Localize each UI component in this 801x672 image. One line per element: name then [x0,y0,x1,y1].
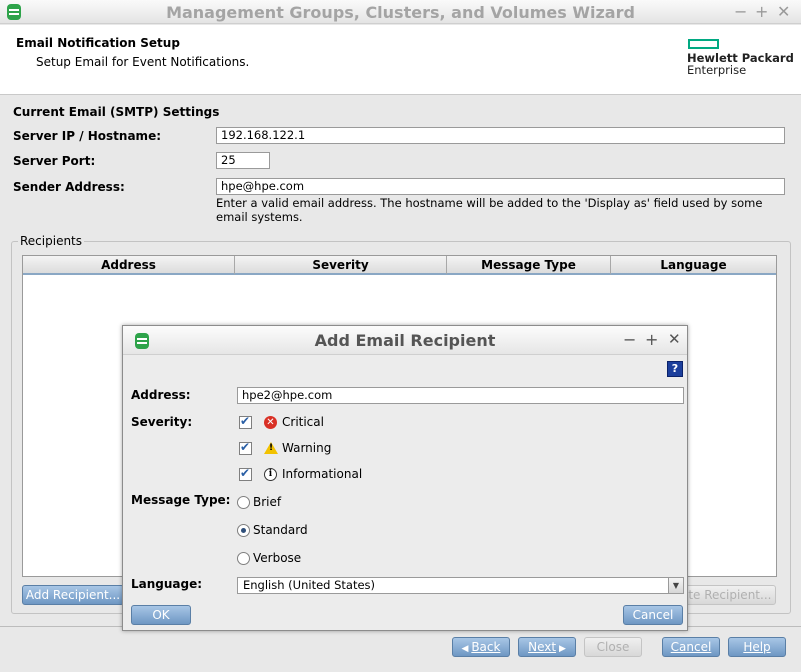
help-button[interactable]: Help [728,637,786,657]
dialog-maximize-icon[interactable]: + [645,330,658,349]
sender-hint: Enter a valid email address. The hostnam… [216,196,763,224]
ok-button[interactable]: OK [131,605,191,625]
dialog-minimize-icon[interactable]: − [623,330,636,349]
page-subtitle: Setup Email for Event Notifications. [36,55,250,69]
add-recipient-button[interactable]: Add Recipient... [22,585,124,605]
add-recipient-dialog: Add Email Recipient − + ✕ ? Address: hpe… [122,325,688,631]
address-label: Address: [131,388,191,402]
column-header-severity[interactable]: Severity [235,256,447,275]
close-icon[interactable]: ✕ [777,2,790,21]
brief-label: Brief [253,495,282,509]
verbose-label: Verbose [253,551,302,565]
warning-label: Warning [282,441,332,455]
back-button[interactable]: ◀ Back [452,637,510,657]
close-button[interactable]: Close [584,637,642,657]
standard-label: Standard [253,523,308,537]
column-header-message-type[interactable]: Message Type [447,256,611,275]
column-header-address[interactable]: Address [23,256,235,275]
brief-radio[interactable] [237,496,250,509]
next-label: Next [528,640,557,654]
warning-checkbox[interactable] [239,440,252,455]
dialog-title-bar: Add Email Recipient − + ✕ [123,326,687,355]
server-label: Server IP / Hostname: [13,129,162,143]
dialog-close-icon[interactable]: ✕ [668,330,681,348]
sender-label: Sender Address: [13,180,125,194]
warning-icon: ! [264,442,278,454]
port-input[interactable]: 25 [216,152,270,169]
language-select[interactable]: English (United States) ▼ [237,577,684,594]
maximize-icon[interactable]: + [755,2,768,21]
wizard-header: Email Notification Setup Setup Email for… [0,25,801,95]
informational-label: Informational [282,467,363,481]
message-type-label: Message Type: [131,493,231,507]
severity-label: Severity: [131,415,193,429]
language-value: English (United States) [243,578,376,592]
server-input[interactable]: 192.168.122.1 [216,127,785,144]
column-header-language[interactable]: Language [611,256,776,275]
dialog-title: Add Email Recipient [314,331,496,350]
next-button[interactable]: Next ▶ [518,637,576,657]
sender-input[interactable]: hpe@hpe.com [216,178,785,195]
cancel-button[interactable]: Cancel [662,637,720,657]
dialog-cancel-button[interactable]: Cancel [623,605,683,625]
language-label: Language: [131,577,203,591]
recipients-group-label: Recipients [18,234,85,248]
address-input[interactable]: hpe2@hpe.com [237,387,684,404]
hpe-logo-icon [688,39,719,49]
hpe-logo-sub: Enterprise [687,63,747,77]
info-icon: i [264,468,277,481]
error-icon: ✕ [264,416,277,429]
critical-checkbox[interactable] [239,414,252,429]
port-label: Server Port: [13,154,96,168]
page-title: Email Notification Setup [16,36,180,50]
window-title-bar: Management Groups, Clusters, and Volumes… [0,0,801,24]
chevron-down-icon[interactable]: ▼ [668,578,683,593]
help-icon[interactable]: ? [667,361,683,377]
minimize-icon[interactable]: − [734,2,747,21]
back-label: Back [471,640,501,654]
verbose-radio[interactable] [237,552,250,565]
critical-label: Critical [282,415,324,429]
next-arrow-icon: ▶ [556,644,566,654]
window-title: Management Groups, Clusters, and Volumes… [166,3,635,22]
standard-radio[interactable] [237,524,250,537]
back-arrow-icon: ◀ [461,644,472,654]
informational-checkbox[interactable] [239,466,252,481]
smtp-section-title: Current Email (SMTP) Settings [13,105,220,119]
